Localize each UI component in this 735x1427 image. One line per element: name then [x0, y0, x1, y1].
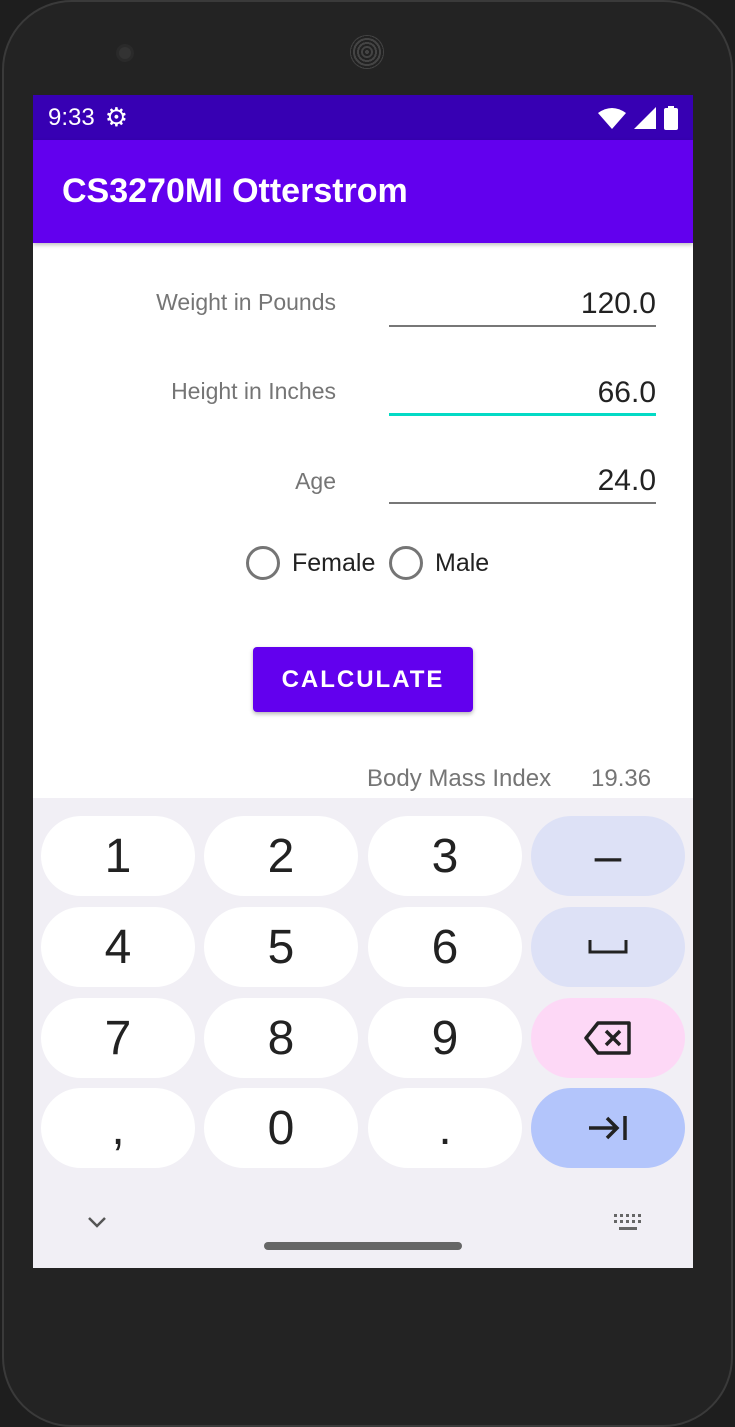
bmi-label: Body Mass Index [367, 765, 552, 792]
battery-icon [664, 105, 678, 130]
screen: 9:33 ⚙ CS3270MI Otterstrom Weight in Pou… [33, 95, 693, 1268]
female-radio[interactable]: Female [246, 546, 375, 580]
key-period[interactable]: . [368, 1088, 522, 1168]
key-6[interactable]: 6 [368, 907, 522, 987]
tab-next-icon [589, 1116, 627, 1140]
key-7[interactable]: 7 [41, 998, 195, 1078]
key-5[interactable]: 5 [204, 907, 358, 987]
key-0[interactable]: 0 [204, 1088, 358, 1168]
status-bar: 9:33 ⚙ [33, 95, 693, 140]
settings-icon: ⚙ [104, 102, 129, 132]
backspace-icon [584, 1021, 631, 1055]
age-input[interactable]: 24.0 [389, 464, 656, 504]
radio-circle [246, 546, 280, 580]
signal-icon [634, 106, 656, 129]
app-title: CS3270MI Otterstrom [62, 172, 408, 210]
numeric-keyboard: 1 2 3 – 4 5 6 7 8 9 , 0 . [33, 798, 693, 1268]
status-time: 9:33 [48, 103, 95, 131]
key-2[interactable]: 2 [204, 816, 358, 896]
height-input[interactable]: 66.0 [389, 376, 656, 416]
height-label: Height in Inches [171, 378, 336, 404]
key-4[interactable]: 4 [41, 907, 195, 987]
weight-input[interactable]: 120.0 [389, 287, 656, 327]
key-8[interactable]: 8 [204, 998, 358, 1078]
female-label: Female [292, 548, 376, 577]
keyboard-icon[interactable] [614, 1214, 644, 1232]
speaker [350, 35, 384, 69]
bmi-value: 19.36 [591, 765, 652, 792]
key-tab[interactable] [531, 1088, 685, 1168]
radio-circle [389, 546, 423, 580]
male-radio[interactable]: Male [389, 546, 489, 580]
key-3[interactable]: 3 [368, 816, 522, 896]
wifi-icon [598, 107, 626, 129]
key-backspace[interactable] [531, 998, 685, 1078]
key-9[interactable]: 9 [368, 998, 522, 1078]
age-label: Age [295, 468, 336, 494]
weight-label: Weight in Pounds [156, 289, 336, 315]
key-minus[interactable]: – [531, 816, 685, 896]
home-handle[interactable] [264, 1242, 462, 1250]
male-label: Male [435, 548, 490, 577]
key-space[interactable] [531, 907, 685, 987]
space-icon [588, 940, 628, 954]
key-comma[interactable]: , [41, 1088, 195, 1168]
app-bar: CS3270MI Otterstrom [33, 140, 693, 243]
key-1[interactable]: 1 [41, 816, 195, 896]
chevron-down-icon[interactable] [87, 1216, 107, 1228]
calculate-button[interactable]: CALCULATE [253, 647, 473, 712]
camera [116, 44, 134, 62]
